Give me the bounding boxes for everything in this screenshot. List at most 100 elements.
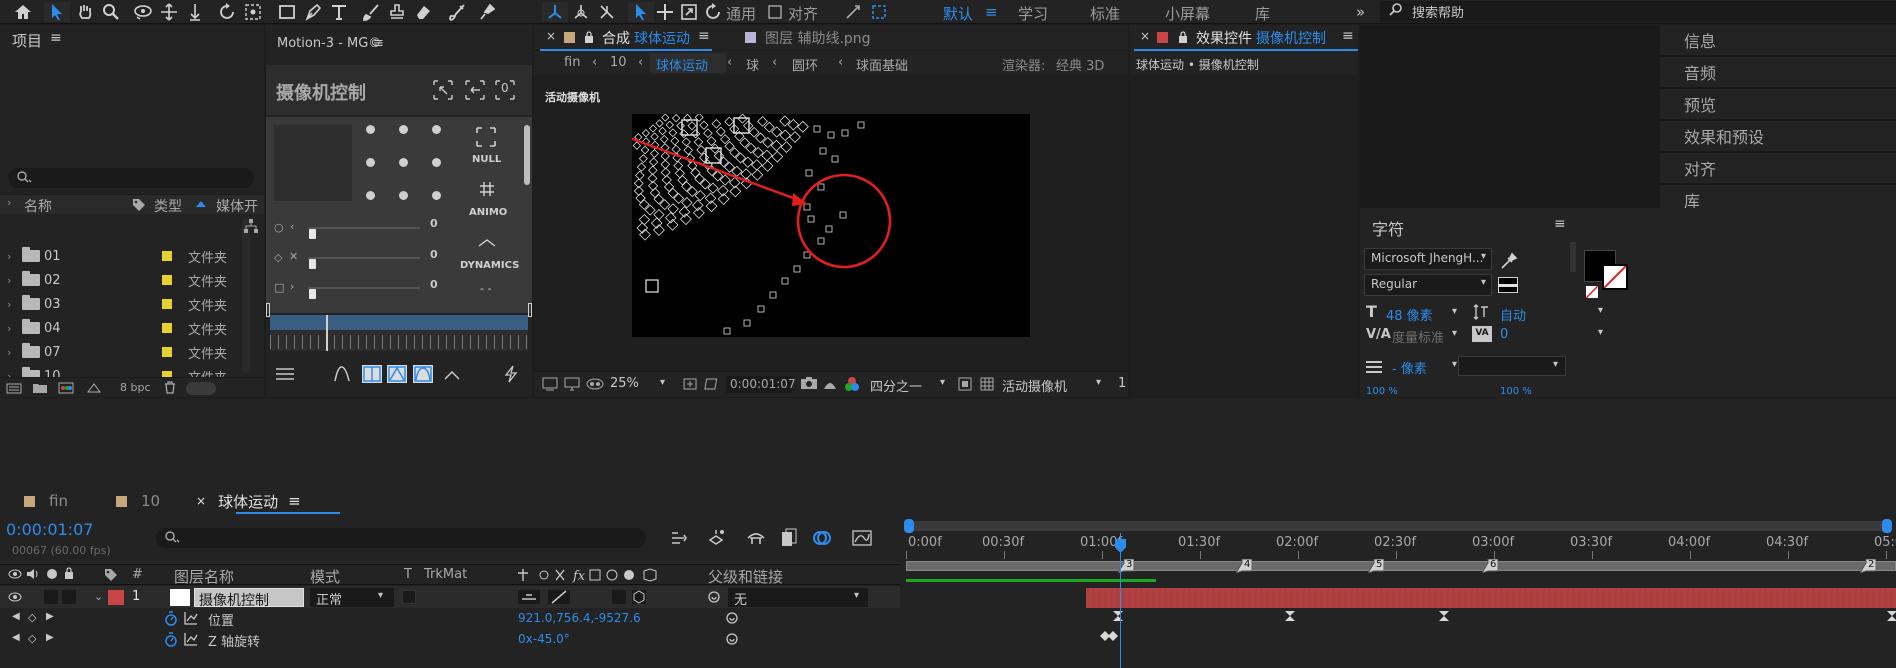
interpret-footage-icon[interactable]: [6, 382, 22, 397]
comp-tab-menu-icon[interactable]: ≡: [698, 28, 710, 44]
property-row[interactable]: ◀ ◇ ▶ 位置 921.0,756.4,-9527.6: [0, 609, 900, 629]
anchor-dot-br[interactable]: [432, 191, 441, 200]
3d-switch[interactable]: [632, 590, 646, 604]
crumb-ring[interactable]: 圆环: [792, 55, 818, 74]
slider-2-value[interactable]: 0: [430, 248, 438, 261]
strip-right-bracket[interactable]: [528, 303, 532, 317]
lock-icon[interactable]: [64, 567, 74, 583]
view-count[interactable]: 1: [1118, 376, 1126, 391]
col-parent[interactable]: 父级和链接: [708, 566, 783, 587]
slider-1-handle[interactable]: [309, 229, 316, 239]
layer-name[interactable]: 摄像机控制: [194, 588, 304, 609]
grid-icon[interactable]: [980, 377, 994, 395]
zoom-tool-icon[interactable]: [98, 2, 124, 22]
comp-marker[interactable]: 4: [1234, 558, 1253, 574]
preserve-transparency-toggle[interactable]: [402, 590, 416, 604]
keyframe-diamond[interactable]: [1108, 630, 1118, 645]
label-tag-icon[interactable]: [104, 568, 118, 586]
slider-1-value[interactable]: 0: [430, 217, 438, 230]
font-family-select[interactable]: Microsoft JhengH... ▾: [1364, 248, 1492, 270]
motion-timeline-strip[interactable]: [270, 315, 528, 351]
comp-viewer[interactable]: 活动摄像机: [534, 75, 1128, 371]
view-axis-mode-icon[interactable]: [594, 2, 620, 22]
blend-mode-select[interactable]: 正常 ▾: [310, 588, 394, 608]
graph-icon[interactable]: [184, 611, 198, 629]
workspace-default-menu-icon[interactable]: ≡: [985, 3, 998, 21]
project-menu-icon[interactable]: ≡: [50, 30, 62, 46]
slider-1-track[interactable]: [308, 227, 420, 229]
vertical-scale-value[interactable]: 100 %: [1366, 386, 1398, 397]
workspace-libraries[interactable]: 库: [1255, 3, 1270, 24]
timeline-tab-2[interactable]: × 球体运动 ≡: [196, 489, 301, 513]
anchor-dot-mr[interactable]: [432, 158, 441, 167]
effects-tab-prefix[interactable]: 效果控件: [1196, 28, 1252, 48]
close-icon[interactable]: ✕: [289, 250, 298, 263]
zoom-select[interactable]: 25% ▾: [610, 375, 672, 393]
pickwhip-icon[interactable]: [724, 631, 740, 651]
dynamics-label[interactable]: DYNAMICS: [460, 260, 519, 271]
add-keyframe-icon[interactable]: ◇: [28, 611, 36, 624]
animo-label[interactable]: ANIMO: [469, 207, 507, 218]
character-menu-icon[interactable]: ≡: [1554, 216, 1566, 232]
square-icon[interactable]: □: [274, 281, 284, 294]
scale-tool-icon[interactable]: [676, 2, 702, 22]
new-folder-icon[interactable]: [32, 382, 48, 397]
property-row[interactable]: ◀ ◇ ▶ Z 轴旋转 0x-45.0°: [0, 630, 900, 650]
chevron-right-icon[interactable]: ›: [7, 346, 11, 359]
pickwhip-icon[interactable]: [724, 610, 740, 630]
animo-icon[interactable]: [478, 181, 496, 201]
anchor-tool-icon[interactable]: [240, 2, 266, 22]
null-label[interactable]: NULL: [472, 154, 501, 165]
orbit-tool-icon[interactable]: [130, 2, 156, 22]
close-icon[interactable]: ×: [196, 494, 206, 508]
timeline-search-input[interactable]: [156, 528, 646, 548]
anchor-dot-tr[interactable]: [432, 125, 441, 134]
rectangle-tool-icon[interactable]: [274, 2, 300, 22]
trash-icon[interactable]: [164, 381, 176, 397]
navigator-end-handle[interactable]: [1882, 519, 1892, 533]
chevron-right-icon[interactable]: ›: [7, 250, 11, 263]
local-axis-mode-icon[interactable]: [542, 2, 568, 22]
adjustment-switch[interactable]: [612, 590, 626, 604]
slider-2-handle[interactable]: [309, 259, 316, 269]
col-layer-name[interactable]: 图层名称: [174, 566, 234, 587]
current-time[interactable]: 0:00:01:07: [726, 376, 796, 393]
anchor-preview[interactable]: [274, 125, 352, 201]
anchor-dot-ml[interactable]: [366, 158, 375, 167]
shy-layers-icon[interactable]: [746, 528, 766, 552]
layer-row[interactable]: ⌄ 1 摄像机控制 正常 ▾ 无 ▾: [0, 586, 900, 609]
project-item-folder[interactable]: › 04 文件夹: [0, 316, 264, 340]
roto-brush-tool-icon[interactable]: [444, 2, 470, 22]
new-composition-icon[interactable]: [58, 382, 74, 397]
label-swatch[interactable]: [162, 347, 172, 357]
crumb-10[interactable]: 10: [610, 55, 627, 70]
slider-2-track[interactable]: [308, 257, 420, 259]
label-swatch[interactable]: [162, 299, 172, 309]
selection-tool-icon[interactable]: [44, 2, 70, 22]
lock-toggle[interactable]: [62, 590, 76, 604]
close-icon[interactable]: ×: [546, 29, 556, 43]
chevron-left-icon[interactable]: ‹: [290, 220, 294, 233]
chevron-down-icon[interactable]: ▾: [1598, 305, 1603, 316]
playhead-line[interactable]: [1120, 533, 1121, 668]
help-search-box[interactable]: 搜索帮助: [1380, 1, 1896, 22]
col-trkmat[interactable]: TrkMat: [424, 567, 467, 582]
ease-in-button[interactable]: [362, 365, 382, 383]
label-swatch[interactable]: [162, 251, 172, 261]
renderer-value[interactable]: 经典 3D: [1056, 55, 1104, 74]
chevron-down-icon[interactable]: ⌄: [94, 590, 103, 603]
clone-stamp-tool-icon[interactable]: [384, 2, 410, 22]
toggle-transparency-icon[interactable]: [958, 377, 972, 395]
keyframe-hourglass[interactable]: [1112, 610, 1124, 626]
stroke-color-swatch[interactable]: [1602, 264, 1628, 290]
comp-marker[interactable]: 2: [1858, 558, 1877, 574]
ease-both-button[interactable]: [413, 365, 433, 383]
view-select[interactable]: 活动摄像机 ▾: [1002, 375, 1106, 395]
audio-icon[interactable]: [26, 568, 40, 584]
chevron-down-icon[interactable]: ▾: [1452, 306, 1457, 317]
anchor-dot-bc[interactable]: [399, 191, 408, 200]
fit-frame-icon[interactable]: [682, 377, 698, 395]
snap-checkbox[interactable]: [766, 2, 784, 22]
layer-tab[interactable]: 图层 辅助线.png: [765, 28, 871, 48]
parent-select[interactable]: 无 ▾: [728, 588, 868, 608]
